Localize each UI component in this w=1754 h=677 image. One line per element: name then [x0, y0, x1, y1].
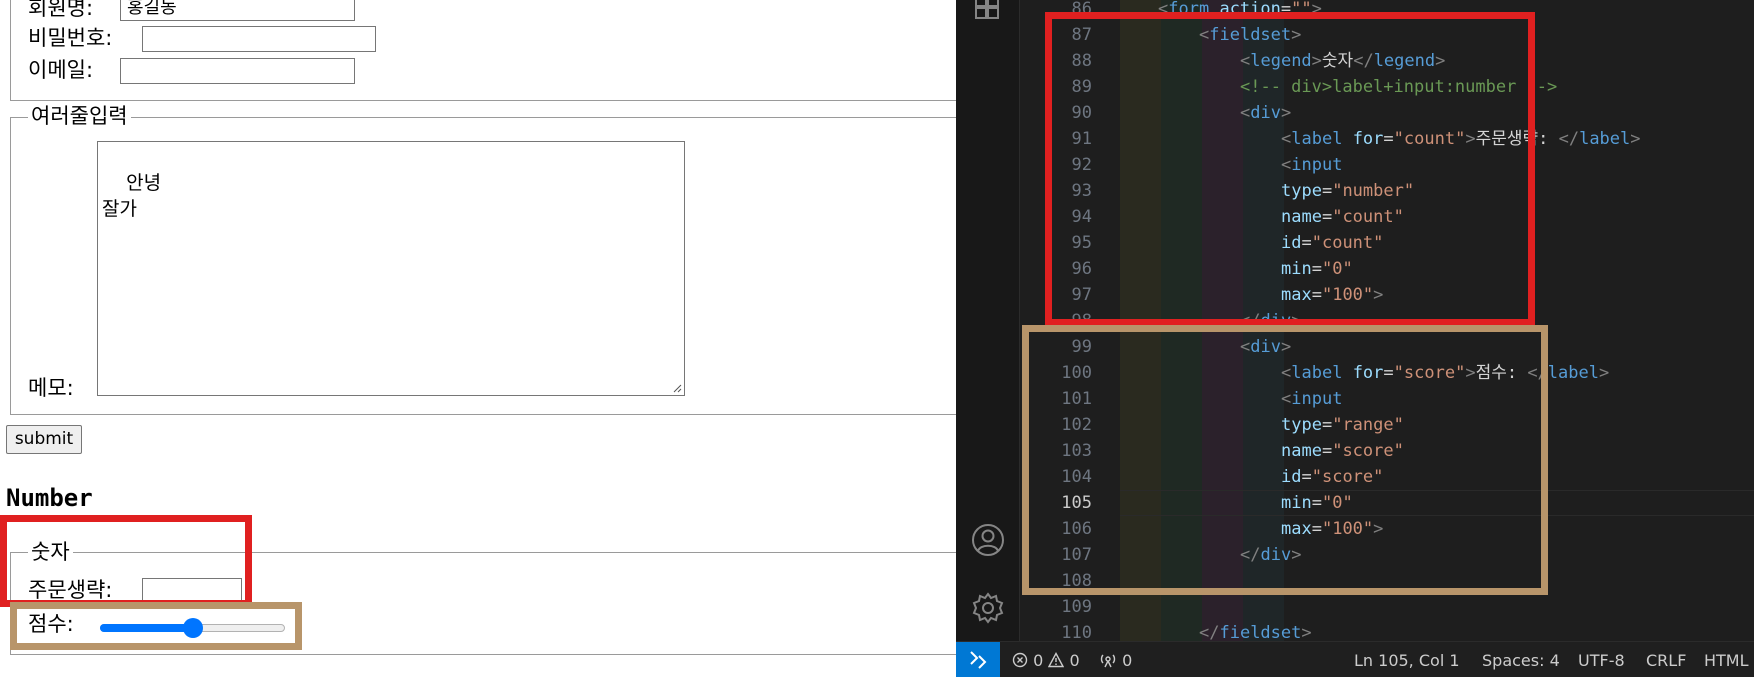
multiline-legend: 여러줄입력 — [28, 104, 131, 128]
memo-label: 메모: — [28, 376, 74, 400]
error-count: 0 — [1033, 651, 1044, 670]
memo-text: 안녕 잘가 — [102, 172, 162, 220]
member-name-label: 회원명: — [28, 0, 94, 20]
code-token: > — [1301, 623, 1312, 643]
password-label: 비밀번호: — [28, 26, 113, 50]
vscode-window: 86 87 88 89 90 91 92 93 94 95 96 97 98 99 100 101 102 103… — [956, 0, 1754, 677]
warning-icon — [1048, 652, 1065, 668]
code-token: label — [1547, 363, 1599, 383]
code-token: label — [1579, 129, 1631, 149]
account-icon[interactable] — [970, 522, 1006, 558]
code-token: </ — [1199, 623, 1220, 643]
language-mode[interactable]: HTML — [1704, 651, 1749, 670]
eol-status[interactable]: CRLF — [1646, 651, 1686, 670]
code-token: fieldset — [1219, 623, 1302, 643]
resize-grip-icon[interactable] — [672, 383, 682, 393]
password-input[interactable] — [142, 26, 376, 52]
code-token: </ — [1558, 129, 1580, 149]
ports-status[interactable]: 0 — [1099, 651, 1132, 670]
extensions-icon[interactable] — [970, 0, 1006, 26]
error-icon — [1012, 652, 1028, 668]
code-token: > — [1630, 129, 1641, 149]
ports-count: 0 — [1122, 651, 1133, 670]
browser-viewport: 회원명: 홍길동 비밀번호: 이메일: 여러줄입력 메모: 안녕 잘가 subm… — [0, 0, 956, 677]
remote-icon[interactable] — [956, 642, 1000, 677]
code-token: > — [1598, 363, 1610, 383]
submit-button[interactable]: submit — [6, 425, 82, 454]
errors-status[interactable]: 0 0 — [1012, 651, 1080, 670]
ports-icon — [1100, 654, 1116, 668]
email-label: 이메일: — [28, 58, 94, 82]
highlight-box-score-code — [1022, 325, 1548, 595]
indentation-status[interactable]: Spaces: 4 — [1482, 651, 1560, 670]
encoding-status[interactable]: UTF-8 — [1578, 651, 1625, 670]
settings-gear-icon[interactable] — [970, 590, 1006, 626]
memo-textarea[interactable]: 안녕 잘가 — [97, 141, 685, 396]
warning-count: 0 — [1069, 651, 1080, 670]
cursor-position[interactable]: Ln 105, Col 1 — [1354, 651, 1460, 670]
highlight-box-score — [10, 602, 302, 650]
status-bar: 0 0 0 Ln 105, Col 1 Spaces: 4 UTF-8 CRLF… — [956, 641, 1754, 677]
highlight-box-number — [0, 515, 252, 607]
highlight-box-number-code — [1045, 12, 1535, 326]
number-section-title: Number — [6, 484, 93, 512]
member-name-input[interactable]: 홍길동 — [120, 0, 355, 21]
code-editor[interactable]: <form action=""> <fieldset> <legend>숫자</le… — [1022, 0, 1754, 643]
line-number: 109 — [1061, 597, 1092, 617]
email-input[interactable] — [120, 58, 355, 84]
activity-bar — [956, 0, 1020, 641]
